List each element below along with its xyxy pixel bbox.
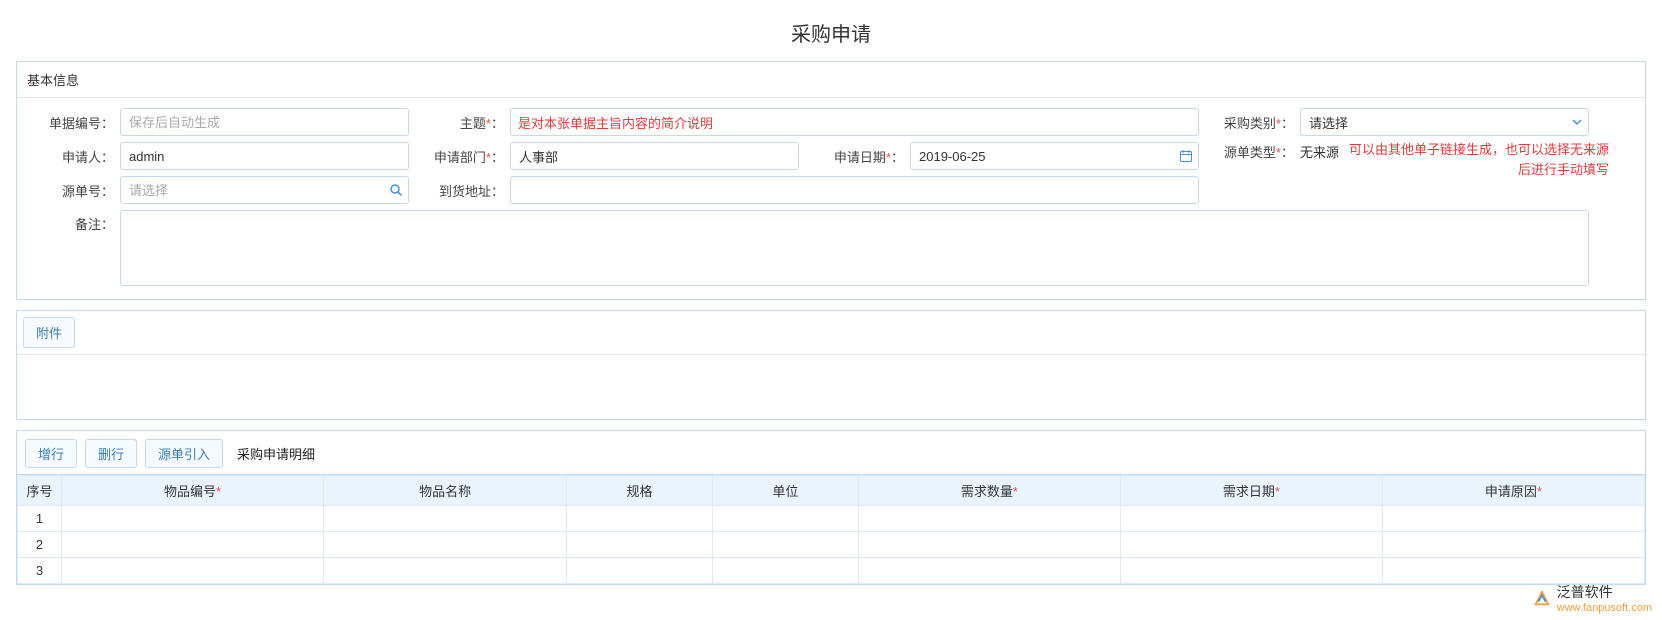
table-row[interactable]: 1	[18, 506, 1645, 532]
row-index: 3	[18, 558, 62, 584]
cell[interactable]	[324, 558, 567, 584]
category-row: 采购类别*：	[1209, 108, 1589, 136]
col-0: 序号	[18, 476, 62, 506]
cell[interactable]	[1382, 506, 1644, 532]
cell[interactable]	[62, 532, 324, 558]
table-row[interactable]: 2	[18, 532, 1645, 558]
attachment-tab[interactable]: 附件	[23, 317, 75, 348]
col-5: 需求数量*	[858, 476, 1120, 506]
cell[interactable]	[1120, 532, 1382, 558]
cell[interactable]	[858, 506, 1120, 532]
cell[interactable]	[858, 558, 1120, 584]
addr-input[interactable]	[510, 176, 1199, 204]
detail-table: 序号物品编号*物品名称规格单位需求数量*需求日期*申请原因* 123	[17, 475, 1645, 584]
apply-date-input[interactable]	[910, 142, 1199, 170]
cell[interactable]	[324, 532, 567, 558]
cell[interactable]	[567, 506, 713, 532]
attachment-body[interactable]	[17, 355, 1645, 419]
cell[interactable]	[1120, 558, 1382, 584]
applicant-row: 申请人：	[29, 142, 409, 170]
table-row[interactable]: 3	[18, 558, 1645, 584]
src-no-label: 源单号：	[29, 181, 114, 200]
col-3: 规格	[567, 476, 713, 506]
subject-annotation: 是对本张单据主旨内容的简介说明	[518, 113, 713, 132]
col-2: 物品名称	[324, 476, 567, 506]
col-1: 物品编号*	[62, 476, 324, 506]
basic-info-panel: 基本信息 单据编号： 主题*： 是对本张单据主旨内容的简介说明 采购类别*：	[16, 61, 1646, 300]
page-title: 采购申请	[0, 0, 1662, 61]
applicant-input[interactable]	[120, 142, 409, 170]
remark-label: 备注：	[29, 210, 114, 233]
watermark-brand: 泛普软件	[1557, 582, 1652, 602]
row-index: 2	[18, 532, 62, 558]
cell[interactable]	[62, 558, 324, 584]
cell[interactable]	[567, 532, 713, 558]
cell[interactable]	[567, 558, 713, 584]
watermark-url: www.fanpusoft.com	[1557, 602, 1652, 614]
add-row-button[interactable]: 增行	[25, 439, 77, 468]
src-no-input[interactable]	[120, 176, 409, 204]
del-row-button[interactable]: 删行	[85, 439, 137, 468]
subject-row: 主题*： 是对本张单据主旨内容的简介说明	[419, 108, 1199, 136]
apply-date-row: 申请日期*：	[819, 142, 1199, 170]
cell[interactable]	[1120, 506, 1382, 532]
cell[interactable]	[713, 558, 859, 584]
src-type-row: 源单类型*： 无来源 可以由其他单子链接生成，也可以选择无来源后进行手动填写	[1209, 142, 1589, 161]
detail-panel: 增行 删行 源单引入 采购申请明细 序号物品编号*物品名称规格单位需求数量*需求…	[16, 430, 1646, 585]
cell[interactable]	[324, 506, 567, 532]
apply-date-label: 申请日期*：	[819, 147, 904, 166]
import-source-button[interactable]: 源单引入	[145, 439, 223, 468]
attachment-panel: 附件	[16, 310, 1646, 420]
src-type-label: 源单类型*：	[1209, 142, 1294, 161]
dept-row: 申请部门*：	[419, 142, 799, 170]
src-type-value[interactable]: 无来源	[1300, 145, 1339, 160]
watermark: 泛普软件 www.fanpusoft.com	[1533, 582, 1652, 614]
col-6: 需求日期*	[1120, 476, 1382, 506]
applicant-label: 申请人：	[29, 147, 114, 166]
doc-no-row: 单据编号：	[29, 108, 409, 136]
addr-row: 到货地址：	[419, 176, 1199, 204]
remark-input[interactable]	[120, 210, 1589, 286]
cell[interactable]	[1382, 558, 1644, 584]
category-label: 采购类别*：	[1209, 113, 1294, 132]
cell[interactable]	[858, 532, 1120, 558]
subject-label: 主题*：	[419, 113, 504, 132]
col-4: 单位	[713, 476, 859, 506]
cell[interactable]	[1382, 532, 1644, 558]
basic-info-title: 基本信息	[17, 62, 1645, 98]
category-select[interactable]	[1300, 108, 1589, 136]
addr-label: 到货地址：	[419, 181, 504, 200]
cell[interactable]	[713, 532, 859, 558]
detail-title: 采购申请明细	[237, 444, 315, 463]
col-7: 申请原因*	[1382, 476, 1644, 506]
src-type-annotation: 可以由其他单子链接生成，也可以选择无来源后进行手动填写	[1349, 140, 1609, 179]
row-index: 1	[18, 506, 62, 532]
doc-no-input[interactable]	[120, 108, 409, 136]
cell[interactable]	[713, 506, 859, 532]
cell[interactable]	[62, 506, 324, 532]
doc-no-label: 单据编号：	[29, 113, 114, 132]
logo-icon	[1533, 589, 1551, 607]
dept-input[interactable]	[510, 142, 799, 170]
dept-label: 申请部门*：	[419, 147, 504, 166]
src-no-row: 源单号：	[29, 176, 409, 204]
